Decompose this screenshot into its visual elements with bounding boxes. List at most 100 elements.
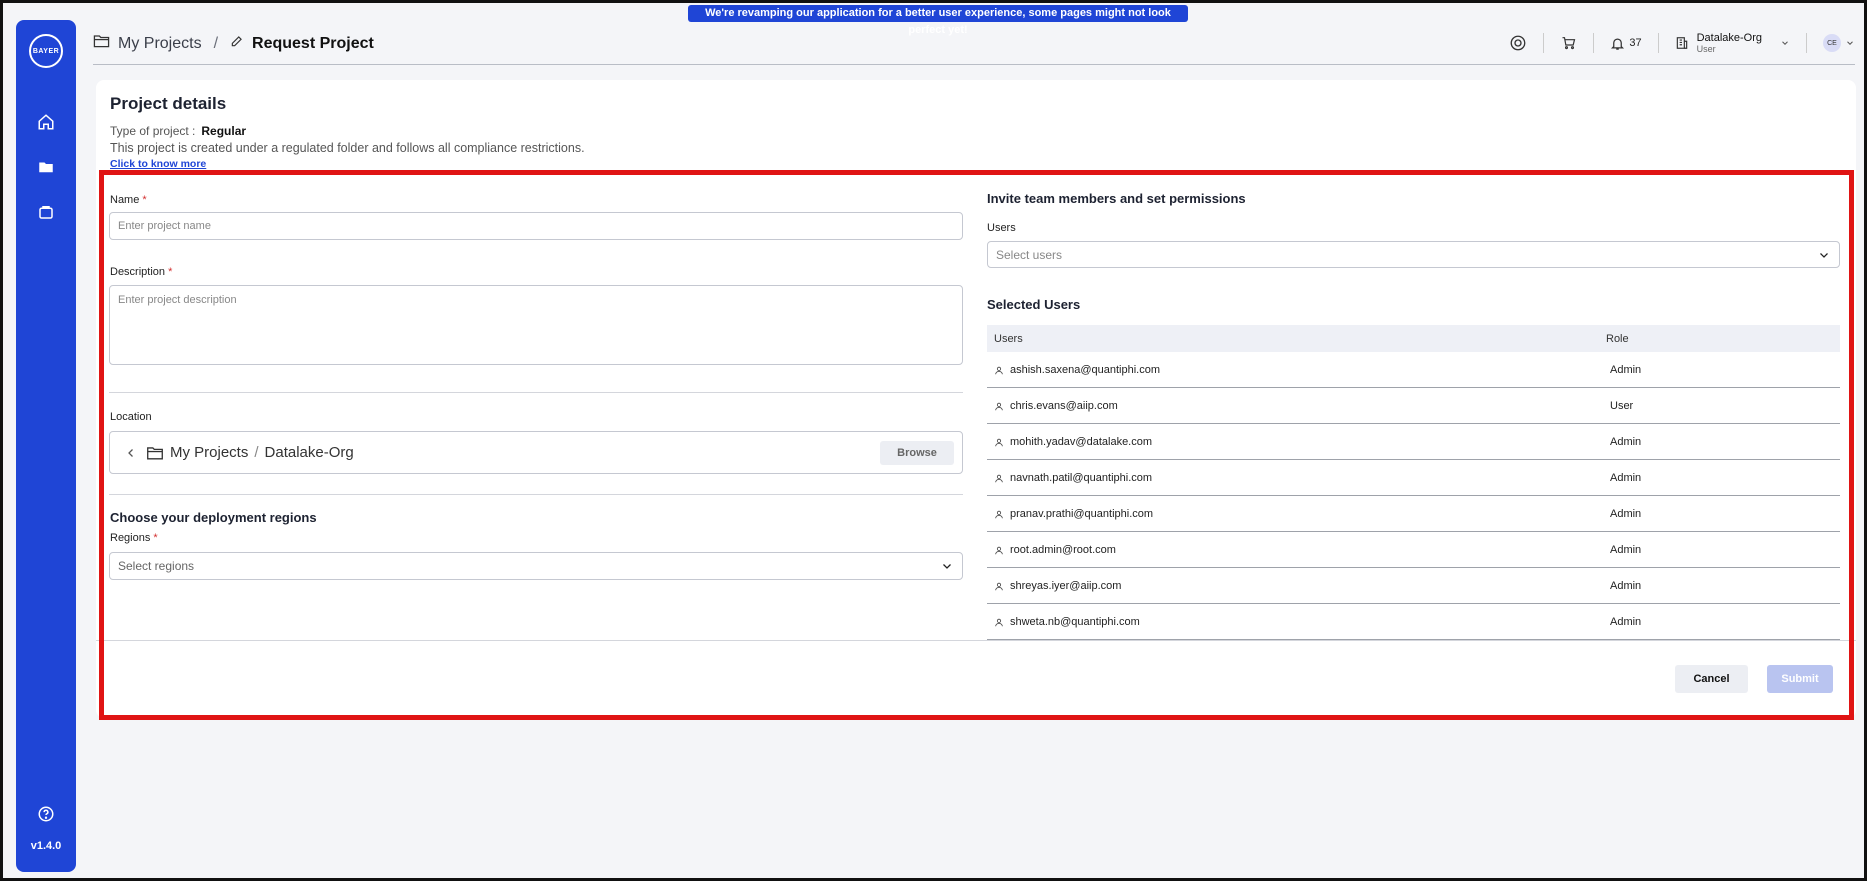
chevron-down-icon — [943, 564, 951, 569]
home-icon[interactable] — [34, 110, 58, 134]
location-child: Datalake-Org — [264, 444, 354, 461]
row-email: root.admin@root.com — [1010, 544, 1116, 556]
bayer-logo[interactable]: BAYER — [29, 34, 63, 68]
project-name-input[interactable]: Enter project name — [109, 212, 963, 240]
divider — [109, 392, 963, 393]
notifications-count: 37 — [1629, 37, 1642, 49]
projects-folder-icon[interactable] — [34, 155, 58, 179]
chevron-left-icon[interactable] — [116, 446, 146, 460]
row-user: shreyas.iyer@aiip.com — [994, 580, 1121, 592]
org-role: User — [1696, 44, 1716, 54]
browse-button[interactable]: Browse — [880, 441, 954, 465]
location-path: My Projects / Datalake-Org — [146, 444, 354, 461]
table-row: pranav.prathi@quantiphi.com Admin — [987, 496, 1840, 532]
row-email: navnath.patil@quantiphi.com — [1010, 472, 1153, 484]
folder-icon — [147, 446, 163, 459]
row-email: ashish.saxena@quantiphi.com — [1010, 364, 1160, 376]
row-email: pranav.prathi@quantiphi.com — [1010, 508, 1154, 520]
row-user: shweta.nb@quantiphi.com — [994, 616, 1140, 628]
row-role: Admin — [1610, 436, 1642, 448]
selected-users-table-header: Users Role — [987, 325, 1840, 352]
top-bar: My Projects / Request Project 37 Datalak… — [93, 21, 1855, 65]
table-row: shreyas.iyer@aiip.com Admin — [987, 568, 1840, 604]
location-picker: My Projects / Datalake-Org Browse — [109, 431, 963, 474]
user-icon — [995, 510, 1003, 518]
know-more-link[interactable]: Click to know more — [110, 158, 206, 170]
project-type-label: Type of project : — [110, 124, 196, 138]
support-icon[interactable] — [1493, 33, 1545, 53]
project-description-placeholder: Enter project description — [118, 294, 237, 306]
cart-icon[interactable] — [1544, 33, 1595, 53]
row-user: ashish.saxena@quantiphi.com — [994, 364, 1160, 376]
help-icon[interactable] — [34, 802, 58, 826]
regions-section-title: Choose your deployment regions — [110, 510, 317, 525]
team-section-title: Invite team members and set permissions — [987, 191, 1246, 206]
row-user: root.admin@root.com — [994, 544, 1116, 556]
breadcrumb: My Projects / Request Project — [93, 33, 374, 54]
user-icon — [995, 402, 1003, 410]
avatar: CE — [1823, 34, 1841, 52]
breadcrumb-my-projects[interactable]: My Projects — [118, 35, 202, 53]
project-name-placeholder: Enter project name — [118, 220, 211, 232]
location-separator: / — [254, 444, 259, 461]
sidebar: BAYER v1.4.0 — [16, 20, 76, 872]
cancel-button[interactable]: Cancel — [1675, 665, 1748, 693]
project-description-textarea[interactable]: Enter project description — [109, 285, 963, 365]
footer-divider — [96, 640, 1856, 641]
user-icon — [995, 474, 1003, 482]
chevron-down-icon — [1847, 41, 1853, 45]
org-name: Datalake-Org — [1696, 32, 1762, 44]
compliance-note: This project is created under a regulate… — [110, 141, 585, 155]
divider — [109, 494, 963, 495]
row-user: mohith.yadav@datalake.com — [994, 436, 1152, 448]
app-version: v1.4.0 — [30, 840, 62, 852]
chevron-down-icon — [1782, 41, 1788, 45]
users-select[interactable]: Select users — [987, 241, 1840, 268]
card-title: Project details — [110, 94, 227, 113]
row-email: shweta.nb@quantiphi.com — [1010, 616, 1140, 628]
user-icon — [995, 438, 1003, 446]
user-menu[interactable]: CE — [1807, 33, 1855, 53]
location-label: Location — [110, 411, 152, 423]
location-root[interactable]: My Projects — [170, 444, 248, 461]
folder-icon — [93, 33, 110, 54]
top-right-controls: 37 Datalake-Org User CE — [1493, 29, 1855, 57]
submit-button[interactable]: Submit — [1767, 665, 1833, 693]
table-row: navnath.patil@quantiphi.com Admin — [987, 460, 1840, 496]
row-role: Admin — [1610, 472, 1642, 484]
table-row: shweta.nb@quantiphi.com Admin — [987, 604, 1840, 640]
announcement-banner: We're revamping our application for a be… — [688, 5, 1188, 36]
notifications-button[interactable]: 37 — [1594, 33, 1659, 53]
row-email: shreyas.iyer@aiip.com — [1010, 580, 1122, 592]
regions-label: Regions * — [110, 532, 158, 544]
row-role: Admin — [1610, 508, 1642, 520]
regions-placeholder: Select regions — [118, 559, 195, 573]
user-icon — [995, 618, 1003, 626]
chevron-down-icon — [1820, 252, 1828, 258]
row-role: Admin — [1610, 364, 1642, 376]
catalog-bag-icon[interactable] — [34, 200, 58, 224]
project-type-value: Regular — [201, 124, 247, 138]
row-role: Admin — [1610, 616, 1642, 628]
org-switcher[interactable]: Datalake-Org User — [1659, 32, 1807, 54]
row-email: mohith.yadav@datalake.com — [1010, 436, 1153, 448]
table-row: ashish.saxena@quantiphi.com Admin — [987, 352, 1840, 388]
regions-select[interactable]: Select regions — [109, 552, 963, 580]
row-email: chris.evans@aiip.com — [1010, 400, 1118, 412]
selected-users-title: Selected Users — [987, 297, 1081, 312]
user-icon — [995, 366, 1003, 374]
project-type: Type of project : Regular — [110, 124, 246, 138]
page-title: Request Project — [252, 34, 374, 52]
row-role: Admin — [1610, 580, 1642, 592]
table-row: chris.evans@aiip.com User — [987, 388, 1840, 424]
row-role: User — [1610, 400, 1634, 412]
users-placeholder: Select users — [996, 247, 1063, 262]
table-row: mohith.yadav@datalake.com Admin — [987, 424, 1840, 460]
bell-icon — [1611, 38, 1625, 50]
row-role: Admin — [1610, 544, 1642, 556]
row-user: navnath.patil@quantiphi.com — [994, 472, 1152, 484]
description-label: Description * — [110, 266, 173, 278]
user-icon — [995, 546, 1003, 554]
pencil-icon — [230, 34, 244, 53]
breadcrumb-separator: / — [213, 34, 219, 52]
